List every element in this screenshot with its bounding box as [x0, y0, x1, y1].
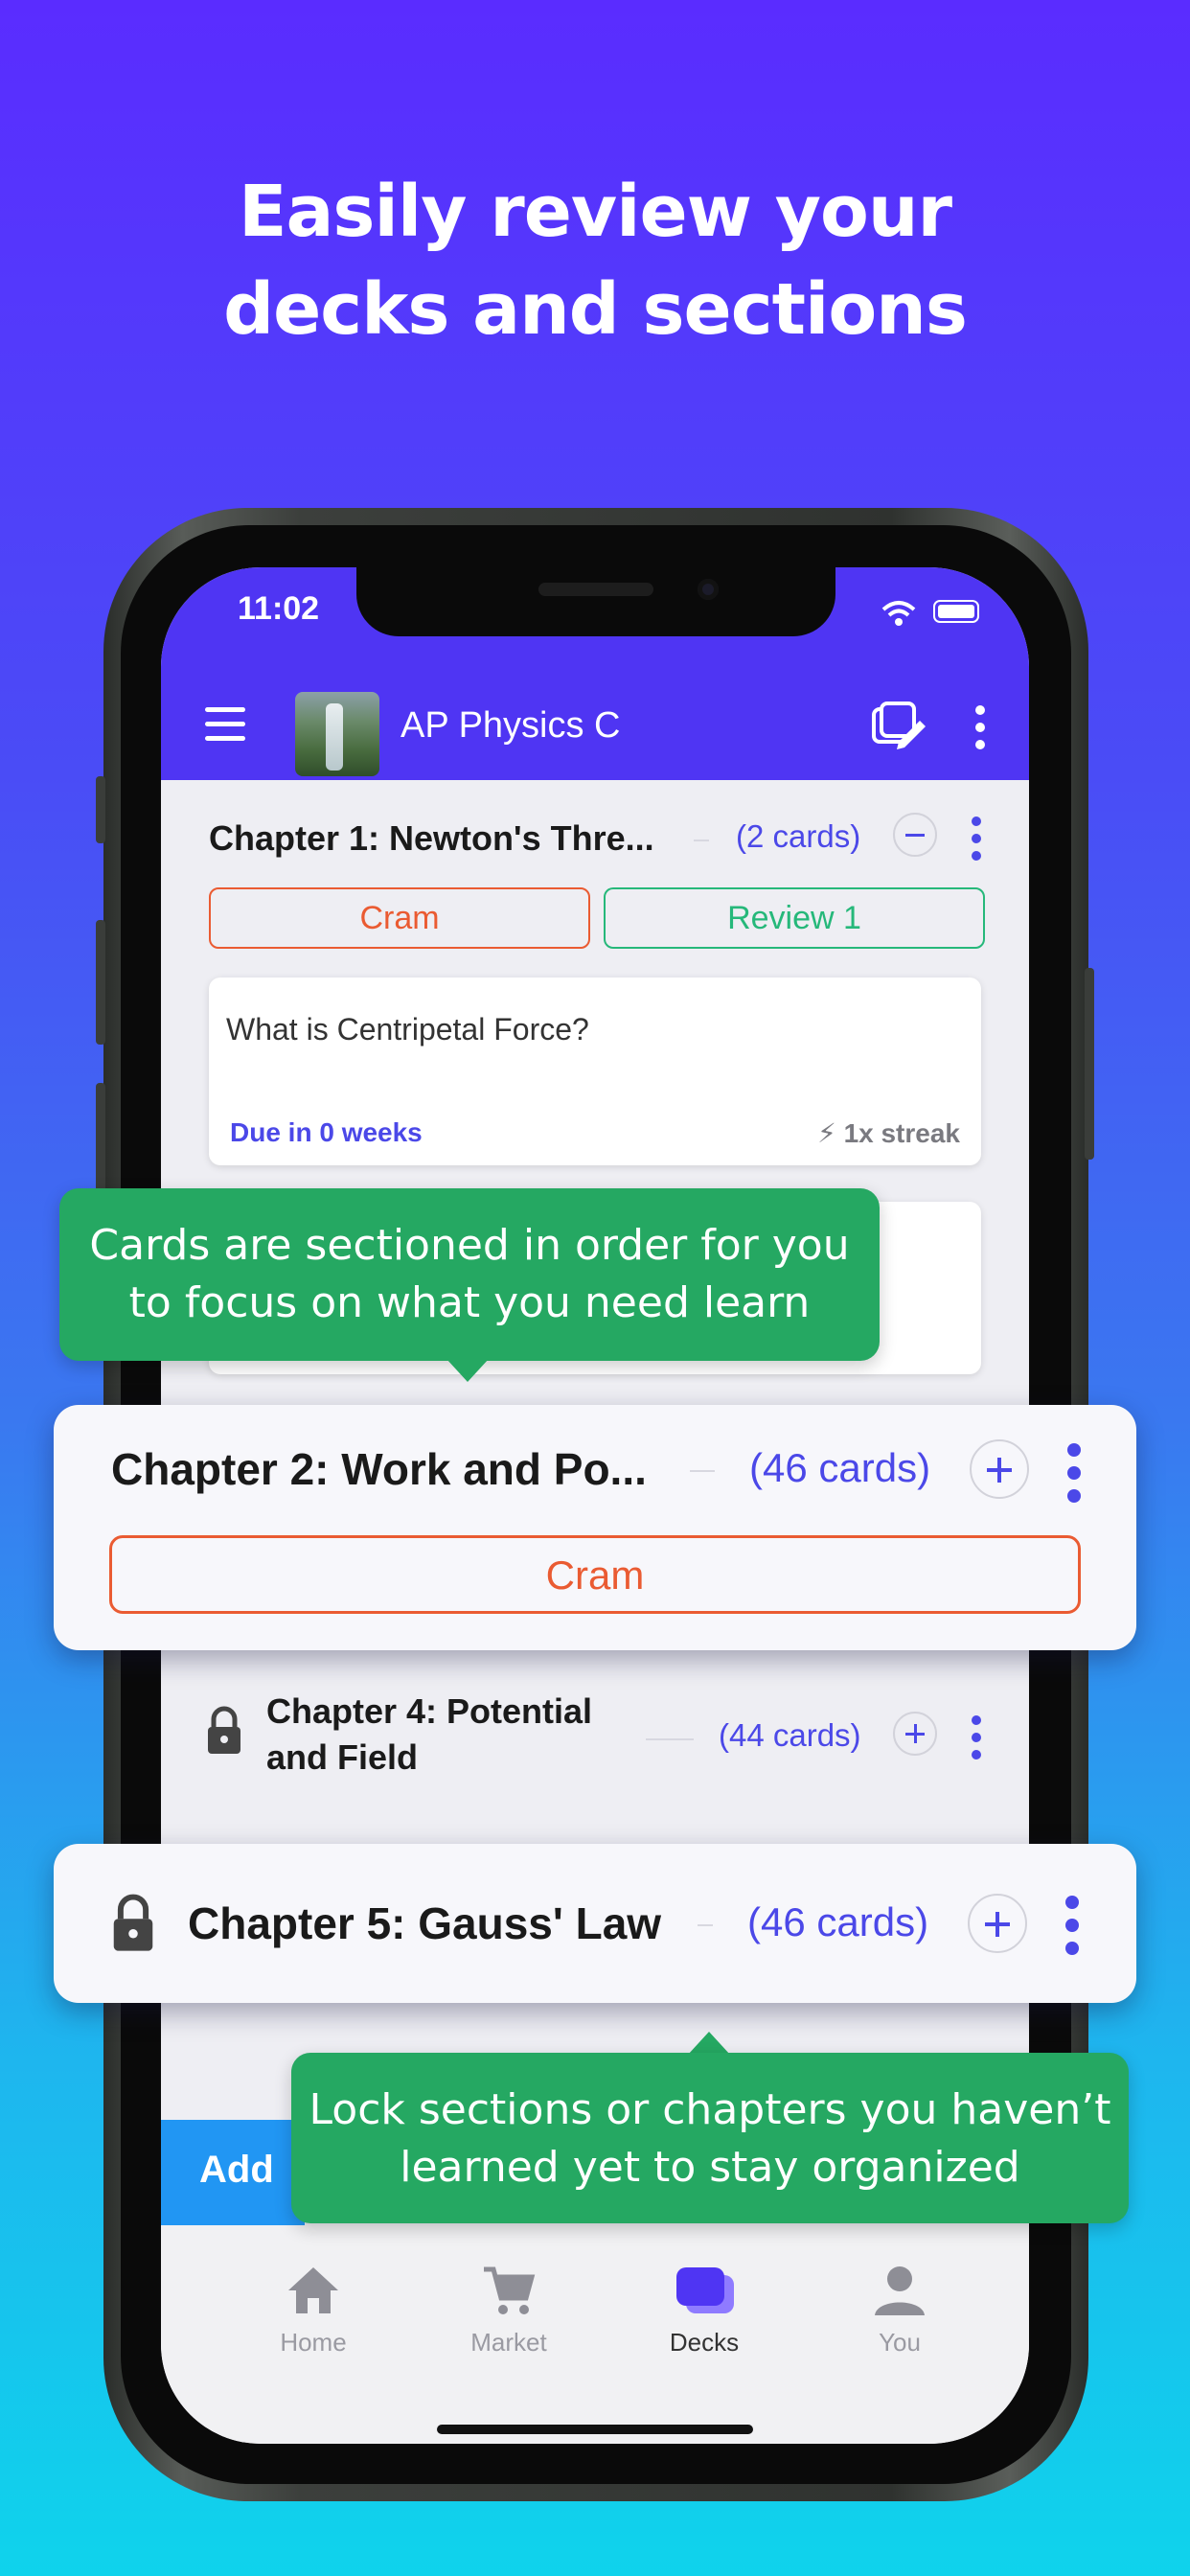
flashcard[interactable]: What is Centripetal Force? Due in 0 week… — [209, 978, 981, 1165]
battery-icon — [933, 600, 979, 623]
section-count-chapter-2: (46 cards) — [749, 1445, 931, 1490]
section-title-chapter-4[interactable]: Chapter 4: Potential and Field — [266, 1689, 592, 1781]
expand-section-button[interactable] — [970, 1439, 1029, 1499]
section-more-icon[interactable] — [1065, 1896, 1079, 1963]
deck-thumbnail — [295, 692, 379, 776]
collapse-section-button[interactable] — [893, 813, 937, 857]
cart-icon — [484, 2266, 536, 2314]
home-indicator — [437, 2425, 753, 2434]
section-more-icon[interactable] — [1067, 1443, 1081, 1510]
flashcard-question: What is Centripetal Force? — [226, 1012, 589, 1046]
review-button[interactable]: Review 1 — [604, 887, 985, 949]
app-bar: AP Physics C — [161, 673, 1029, 780]
deck-title: AP Physics C — [400, 705, 621, 746]
section-count-chapter-1: (2 cards) — [736, 818, 861, 854]
side-button-power — [1085, 968, 1094, 1160]
decks-icon — [676, 2267, 734, 2313]
tab-you[interactable]: You — [828, 2264, 972, 2358]
cram-button[interactable]: Cram — [209, 887, 590, 949]
section-more-icon[interactable] — [972, 1715, 983, 1767]
home-icon — [288, 2267, 338, 2313]
edit-cards-icon[interactable] — [870, 700, 927, 753]
highlight-chapter-5[interactable]: Chapter 5: Gauss' Law (46 cards) — [54, 1844, 1136, 2003]
wifi-icon — [881, 601, 916, 626]
tooltip-sections: Cards are sectioned in order for you to … — [59, 1188, 880, 1361]
flashcard-streak: ⚡ 1x streak — [817, 1118, 960, 1148]
tab-decks[interactable]: Decks — [632, 2264, 776, 2358]
section-title-chapter-1[interactable]: Chapter 1: Newton's Thre... — [209, 818, 654, 859]
headline-line-2: decks and sections — [223, 268, 968, 351]
status-time: 11:02 — [238, 590, 320, 627]
tooltip-sections-pointer — [446, 1359, 489, 1382]
notch — [356, 567, 835, 636]
section-title-chapter-5: Chapter 5: Gauss' Law — [188, 1898, 662, 1948]
headline-line-1: Easily review your — [238, 171, 952, 253]
person-icon — [875, 2266, 925, 2315]
menu-icon[interactable] — [205, 707, 245, 750]
side-button-volume-up — [96, 920, 105, 1045]
tab-bar: Home Market Decks You — [161, 2225, 1029, 2444]
headline: Easily review your decks and sections — [0, 163, 1190, 358]
side-button-silent — [96, 776, 105, 843]
add-button[interactable]: Add — [161, 2120, 305, 2225]
section-more-icon[interactable] — [972, 816, 983, 868]
tooltip-lock-pointer — [688, 2032, 730, 2055]
tab-market[interactable]: Market — [437, 2264, 581, 2358]
flashcard-due: Due in 0 weeks — [230, 1117, 423, 1147]
section-count-chapter-5: (46 cards) — [747, 1899, 929, 1944]
cram-button[interactable]: Cram — [109, 1535, 1081, 1614]
lock-icon[interactable] — [109, 1894, 157, 1953]
section-count-chapter-4: (44 cards) — [719, 1717, 861, 1753]
more-options-icon[interactable] — [975, 705, 987, 757]
expand-section-button[interactable] — [968, 1894, 1027, 1953]
lock-icon[interactable] — [205, 1706, 243, 1756]
tooltip-lock: Lock sections or chapters you haven’t le… — [291, 2053, 1129, 2223]
highlight-chapter-2[interactable]: Chapter 2: Work and Po... (46 cards) Cra… — [54, 1405, 1136, 1650]
tab-home[interactable]: Home — [241, 2264, 385, 2358]
section-title-chapter-2: Chapter 2: Work and Po... — [111, 1444, 647, 1494]
expand-section-button[interactable] — [893, 1712, 937, 1756]
